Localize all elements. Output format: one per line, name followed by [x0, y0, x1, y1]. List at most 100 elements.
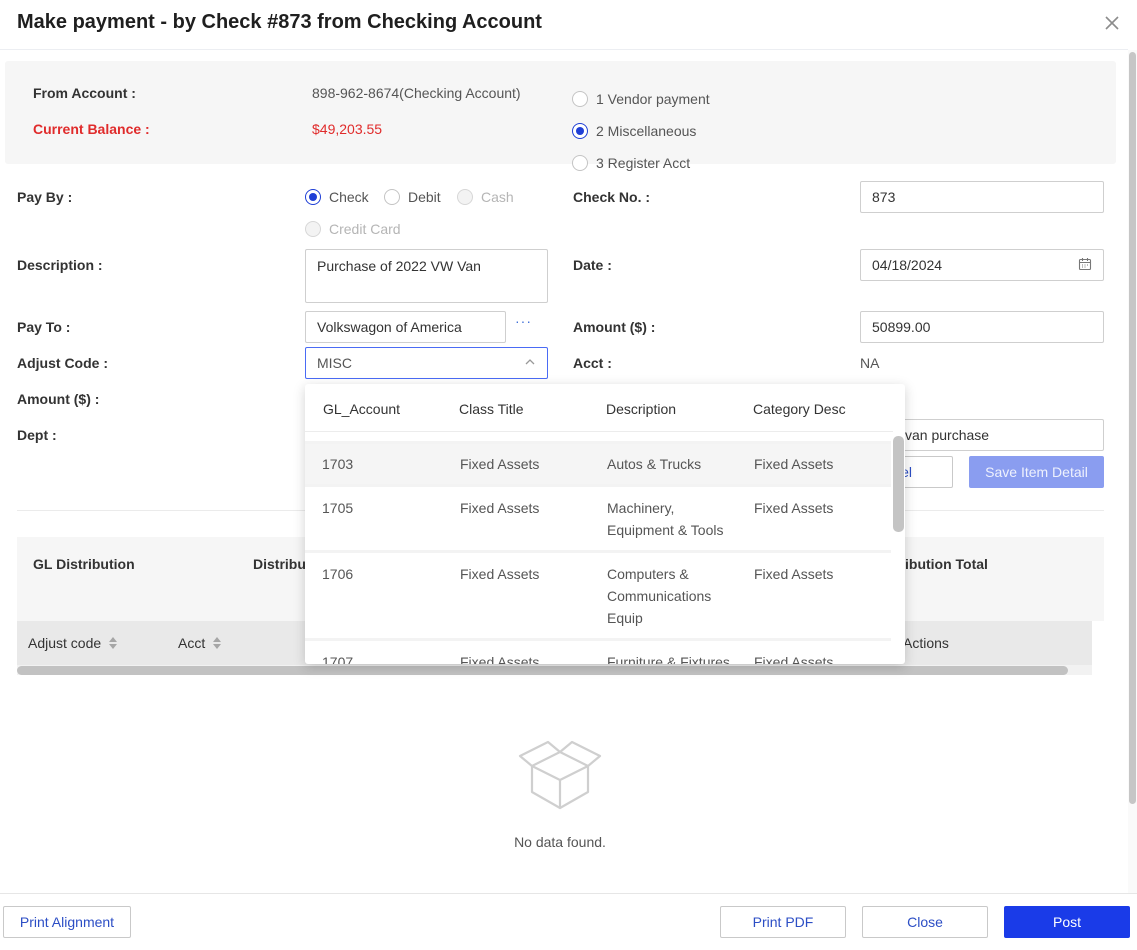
distribution-label: Distribu	[253, 556, 306, 572]
option-description: Equipment & Tools	[607, 522, 724, 538]
option-gl: 1707	[322, 654, 354, 664]
radio-button-icon	[305, 189, 321, 205]
option-description: Autos & Trucks	[607, 456, 702, 472]
pay-to-label: Pay To :	[17, 319, 71, 335]
radio-miscellaneous[interactable]: 2 Miscellaneous	[572, 123, 696, 139]
close-button[interactable]: Close	[862, 906, 988, 938]
sort-icon[interactable]	[213, 637, 222, 649]
date-label: Date :	[573, 257, 612, 273]
option-class-title: Fixed Assets	[460, 654, 540, 664]
option-gl: 1705	[322, 500, 354, 516]
radio-button-icon	[457, 189, 473, 205]
column-header-label: Adjust code	[28, 635, 102, 651]
column-adjust-code[interactable]: Adjust code	[28, 635, 118, 651]
pay-to-input[interactable]: Volkswagon of America	[305, 311, 506, 343]
dept-label: Dept :	[17, 427, 57, 443]
dropdown-option-1703[interactable]: 1703 Fixed Assets Autos & Trucks Fixed A…	[305, 444, 891, 484]
page-scrollbar-thumb[interactable]	[1129, 52, 1136, 804]
dropdown-header-gl-account: GL_Account	[323, 401, 401, 417]
dropdown-header: GL_Account Class Title Description Categ…	[305, 384, 893, 432]
radio-button-icon	[572, 123, 588, 139]
print-alignment-button[interactable]: Print Alignment	[3, 906, 131, 938]
option-category: Fixed Assets	[754, 456, 834, 472]
date-value: 04/18/2024	[872, 257, 943, 273]
option-description: Equip	[607, 610, 643, 626]
chevron-up-icon	[524, 355, 536, 371]
acct-value: NA	[860, 355, 880, 371]
save-item-detail-button[interactable]: Save Item Detail	[969, 456, 1104, 488]
column-header-label: Actions	[903, 635, 949, 651]
radio-label: Cash	[481, 189, 514, 205]
description-label: Description :	[17, 257, 103, 273]
radio-button-icon	[384, 189, 400, 205]
calendar-icon[interactable]	[1078, 257, 1092, 274]
option-gl: 1703	[322, 456, 354, 472]
table-scrollbar-thumb[interactable]	[17, 666, 1068, 675]
radio-vendor-payment[interactable]: 1 Vendor payment	[572, 91, 710, 107]
option-description: Furniture & Fixtures	[607, 654, 730, 664]
adjust-code-value: MISC	[317, 355, 352, 371]
adjust-code-label: Adjust Code :	[17, 355, 108, 371]
distribution-total-label: ibution Total	[905, 556, 988, 572]
from-account-label: From Account :	[33, 85, 136, 101]
account-panel	[5, 61, 1116, 164]
dropdown-option-1705[interactable]: 1705 Fixed Assets Machinery, Equipment &…	[305, 487, 891, 549]
column-actions: Actions	[903, 635, 949, 651]
radio-register-acct[interactable]: 3 Register Acct	[572, 155, 690, 171]
amount-label: Amount ($) :	[573, 319, 656, 335]
option-category: Fixed Assets	[754, 654, 834, 664]
check-no-input[interactable]: 873	[860, 181, 1104, 213]
radio-label: Credit Card	[329, 221, 401, 237]
dropdown-option-1707[interactable]: 1707 Fixed Assets Furniture & Fixtures F…	[305, 641, 891, 664]
option-description: Machinery,	[607, 500, 675, 516]
radio-label: 3 Register Acct	[596, 155, 691, 171]
acct-label: Acct :	[573, 355, 612, 371]
radio-label: Debit	[408, 189, 441, 205]
pay-to-lookup-button[interactable]: ···	[515, 313, 532, 329]
column-acct[interactable]: Acct	[178, 635, 222, 651]
radio-button-icon	[572, 155, 588, 171]
amount-input[interactable]: 50899.00	[860, 311, 1104, 343]
radio-button-icon	[305, 221, 321, 237]
option-category: Fixed Assets	[754, 500, 834, 516]
option-category: Fixed Assets	[754, 566, 834, 582]
option-description: Communications	[607, 588, 712, 604]
dropdown-scrollbar-thumb[interactable]	[893, 436, 904, 532]
option-class-title: Fixed Assets	[460, 500, 540, 516]
gl-distribution-title: GL Distribution	[33, 556, 135, 572]
footer-divider	[0, 893, 1137, 894]
dropdown-header-description: Description	[606, 401, 677, 417]
dialog-title: Make payment - by Check #873 from Checki…	[17, 11, 542, 33]
option-gl: 1706	[322, 566, 354, 582]
column-header-label: Acct	[178, 635, 206, 651]
current-balance-value: $49,203.55	[312, 121, 383, 137]
empty-box-icon	[516, 730, 604, 814]
empty-state-text: No data found.	[514, 834, 606, 850]
dropdown-header-category-desc: Category Desc	[753, 401, 846, 417]
sort-icon[interactable]	[109, 637, 118, 649]
radio-label: 2 Miscellaneous	[596, 123, 697, 139]
description-textarea[interactable]: Purchase of 2022 VW Van	[305, 249, 548, 303]
line-amount-label: Amount ($) :	[17, 391, 100, 407]
gl-account-dropdown: GL_Account Class Title Description Categ…	[305, 384, 905, 664]
radio-button-icon	[572, 91, 588, 107]
close-icon[interactable]	[1101, 12, 1123, 34]
date-picker[interactable]: 04/18/2024	[860, 249, 1104, 281]
check-no-label: Check No. :	[573, 189, 651, 205]
radio-pay-cash: Cash	[457, 189, 514, 205]
dropdown-header-class-title: Class Title	[459, 401, 524, 417]
option-class-title: Fixed Assets	[460, 456, 540, 472]
print-pdf-button[interactable]: Print PDF	[720, 906, 846, 938]
option-description: Computers &	[607, 566, 689, 582]
post-button[interactable]: Post	[1004, 906, 1130, 938]
radio-pay-debit[interactable]: Debit	[384, 189, 441, 205]
option-class-title: Fixed Assets	[460, 566, 540, 582]
dropdown-option-1706[interactable]: 1706 Fixed Assets Computers & Communicat…	[305, 553, 891, 637]
current-balance-label: Current Balance :	[33, 121, 150, 137]
adjust-code-select[interactable]: MISC	[305, 347, 548, 379]
from-account-value: 898-962-8674(Checking Account)	[312, 85, 521, 101]
radio-pay-check[interactable]: Check	[305, 189, 369, 205]
radio-label: 1 Vendor payment	[596, 91, 710, 107]
header-divider	[0, 49, 1128, 50]
radio-label: Check	[329, 189, 369, 205]
